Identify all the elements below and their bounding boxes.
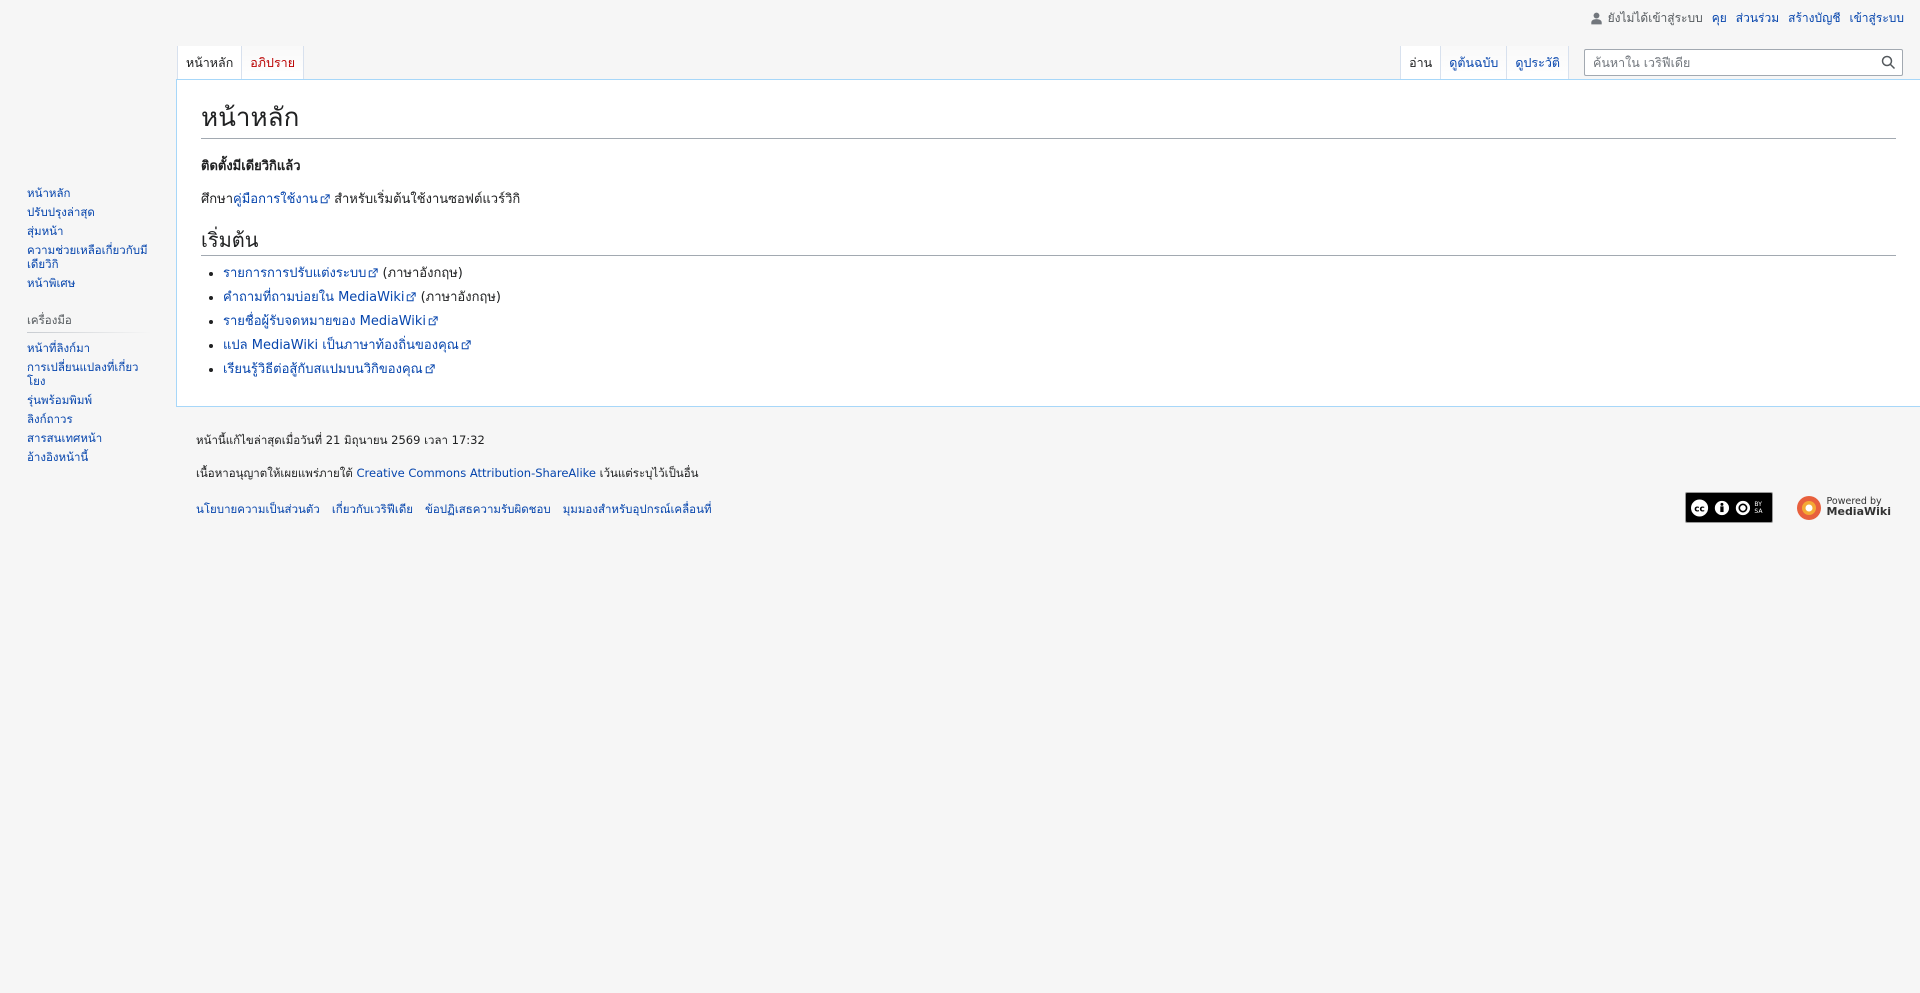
list-item: คำถามที่ถามบ่อยใน MediaWiki (ภาษาอังกฤษ) — [223, 286, 1896, 310]
sidebar-item-help[interactable]: ความช่วยเหลือเกี่ยวกับมีเดียวิกิ — [27, 243, 157, 271]
footer-license: เนื้อหาอนุญาตให้เผยแพร่ภายใต้ Creative C… — [196, 465, 1896, 483]
link-label: เรียนรู้วิธีต่อสู้กับสแปมบนวิกิของคุณ — [223, 361, 423, 377]
external-link-icon — [428, 316, 438, 326]
list-item: เรียนรู้วิธีต่อสู้กับสแปมบนวิกิของคุณ — [223, 358, 1896, 382]
by-icon — [1713, 499, 1730, 516]
tab-read[interactable]: อ่าน — [1400, 46, 1442, 80]
footer-places: นโยบายความเป็นส่วนตัว เกี่ยวกับเวริฟีเดี… — [196, 501, 1896, 519]
tab-label: ดูประวัติ — [1515, 54, 1560, 70]
sidebar-item-related-changes[interactable]: การเปลี่ยนแปลงที่เกี่ยวโยง — [27, 360, 157, 388]
external-link-icon — [461, 340, 471, 350]
powered-text: Powered by MediaWiki — [1827, 497, 1891, 518]
sidebar-item-printable[interactable]: รุ่นพร้อมพิมพ์ — [27, 393, 157, 407]
search-button[interactable] — [1874, 50, 1902, 75]
link-label: รายการการปรับแต่งระบบ — [223, 265, 367, 281]
create-account-link[interactable]: สร้างบัญชี — [1788, 9, 1840, 28]
tab-main-page[interactable]: หน้าหลัก — [177, 46, 243, 80]
privacy-link[interactable]: นโยบายความเป็นส่วนตัว — [196, 501, 320, 519]
svg-text:cc: cc — [1694, 504, 1705, 514]
cc-badge-text: BY SA — [1754, 500, 1763, 515]
disclaimers-link[interactable]: ข้อปฏิเสธความรับผิดชอบ — [425, 501, 551, 519]
link-suffix: (ภาษาอังกฤษ) — [416, 289, 501, 305]
list-item: รายการการปรับแต่งระบบ (ภาษาอังกฤษ) — [223, 262, 1896, 286]
link-label: แปล MediaWiki เป็นภาษาท้องถิ่นของคุณ — [223, 337, 459, 353]
sidebar-item-page-info[interactable]: สารสนเทศหน้า — [27, 431, 157, 445]
footer-icons: cc BY SA Powered by MediaWiki — [1684, 492, 1891, 523]
tab-label: อ่าน — [1409, 54, 1433, 70]
powered-by-mediawiki[interactable]: Powered by MediaWiki — [1795, 494, 1891, 522]
intro-suffix: สำหรับเริ่มต้นใช้งานซอฟต์แวร์วิกิ — [329, 191, 521, 207]
external-link-icon — [320, 194, 330, 204]
mediawiki-logo-icon — [1796, 495, 1821, 520]
personal-tools: ยังไม่ได้เข้าสู่ระบบ คุย ส่วนร่วม สร้างบ… — [1590, 9, 1904, 28]
sidebar-item-main-page[interactable]: หน้าหลัก — [27, 186, 157, 200]
getting-started-list: รายการการปรับแต่งระบบ (ภาษาอังกฤษ) คำถาม… — [201, 262, 1896, 382]
sidebar-item-what-links-here[interactable]: หน้าที่ลิงก์มา — [27, 341, 157, 355]
user-guide-link[interactable]: คู่มือการใช้งาน — [233, 192, 330, 207]
external-link-icon — [425, 364, 435, 374]
view-tabs: อ่าน ดูต้นฉบับ ดูประวัติ — [1400, 46, 1569, 80]
page-title: หน้าหลัก — [201, 102, 1896, 139]
intro-paragraph: ศึกษาคู่มือการใช้งาน สำหรับเริ่มต้นใช้งา… — [201, 188, 1896, 209]
external-link-icon — [407, 292, 417, 302]
cc-icon: cc — [1688, 497, 1710, 518]
intro-prefix: ศึกษา — [201, 191, 233, 207]
list-item: แปล MediaWiki เป็นภาษาท้องถิ่นของคุณ — [223, 334, 1896, 358]
license-suffix: เว้นแต่ระบุไว้เป็นอื่น — [595, 466, 699, 480]
license-prefix: เนื้อหาอนุญาตให้เผยแพร่ภายใต้ — [196, 466, 357, 480]
tools-heading: เครื่องมือ — [27, 312, 151, 333]
license-link[interactable]: Creative Commons Attribution-ShareAlike — [357, 466, 596, 480]
external-link-icon — [369, 268, 379, 278]
sidebar-item-recent-changes[interactable]: ปรับปรุงล่าสุด — [27, 205, 157, 219]
config-settings-link[interactable]: รายการการปรับแต่งระบบ — [223, 265, 379, 281]
sidebar-item-special-pages[interactable]: หน้าพิเศษ — [27, 276, 157, 290]
faq-link[interactable]: คำถามที่ถามบ่อยใน MediaWiki — [223, 289, 417, 305]
footer-lastmod: หน้านี้แก้ไขล่าสุดเมื่อวันที่ 21 มิถุนาย… — [196, 433, 485, 447]
content: หน้าหลัก ติดตั้งมีเดียวิกิแล้ว ศึกษาคู่ม… — [176, 79, 1920, 407]
mediawiki-label: MediaWiki — [1826, 505, 1891, 518]
mailing-list-link[interactable]: รายชื่อผู้รับจดหมายของ MediaWiki — [223, 314, 438, 329]
anon-status: ยังไม่ได้เข้าสู่ระบบ — [1590, 9, 1703, 28]
namespace-tabs: หน้าหลัก อภิปราย — [177, 46, 305, 80]
section-heading: เริ่มต้น — [201, 227, 1896, 256]
tab-label: อภิปราย — [250, 54, 296, 70]
sidebar-item-cite[interactable]: อ้างอิงหน้านี้ — [27, 450, 157, 464]
talk-link[interactable]: คุย — [1712, 9, 1727, 28]
installed-notice: ติดตั้งมีเดียวิกิแล้ว — [201, 158, 301, 174]
mobile-view-link[interactable]: มุมมองสำหรับอุปกรณ์เคลื่อนที่ — [563, 501, 712, 519]
link-label: รายชื่อผู้รับจดหมายของ MediaWiki — [223, 313, 427, 329]
user-icon — [1590, 12, 1602, 25]
list-item: รายชื่อผู้รับจดหมายของ MediaWiki — [223, 310, 1896, 334]
combat-spam-link[interactable]: เรียนรู้วิธีต่อสู้กับสแปมบนวิกิของคุณ — [223, 362, 435, 377]
cc-by-sa-badge[interactable]: cc BY SA — [1684, 492, 1773, 523]
sa-icon — [1734, 499, 1751, 516]
about-link[interactable]: เกี่ยวกับเวริฟีเดีย — [332, 501, 413, 519]
tab-label: ดูต้นฉบับ — [1449, 54, 1499, 70]
login-link[interactable]: เข้าสู่ระบบ — [1850, 9, 1905, 28]
user-guide-label: คู่มือการใช้งาน — [233, 191, 318, 207]
sidebar: หน้าหลัก ปรับปรุงล่าสุด สุ่มหน้า ความช่ว… — [27, 186, 157, 469]
tab-label: หน้าหลัก — [186, 54, 234, 70]
contributions-link[interactable]: ส่วนร่วม — [1736, 9, 1779, 28]
tab-history[interactable]: ดูประวัติ — [1507, 46, 1569, 80]
sidebar-item-random-page[interactable]: สุ่มหน้า — [27, 224, 157, 238]
search-input[interactable] — [1591, 54, 1874, 71]
search-icon — [1881, 55, 1895, 70]
tab-discussion[interactable]: อภิปราย — [242, 46, 305, 80]
search-box — [1584, 49, 1903, 76]
footer: หน้านี้แก้ไขล่าสุดเมื่อวันที่ 21 มิถุนาย… — [196, 432, 1896, 519]
sidebar-item-permalink[interactable]: ลิงก์ถาวร — [27, 412, 157, 426]
anon-label: ยังไม่ได้เข้าสู่ระบบ — [1607, 11, 1703, 25]
link-suffix: (ภาษาอังกฤษ) — [378, 265, 463, 281]
tab-view-source[interactable]: ดูต้นฉบับ — [1441, 46, 1508, 80]
link-label: คำถามที่ถามบ่อยใน MediaWiki — [223, 289, 405, 305]
localisation-link[interactable]: แปล MediaWiki เป็นภาษาท้องถิ่นของคุณ — [223, 338, 471, 353]
